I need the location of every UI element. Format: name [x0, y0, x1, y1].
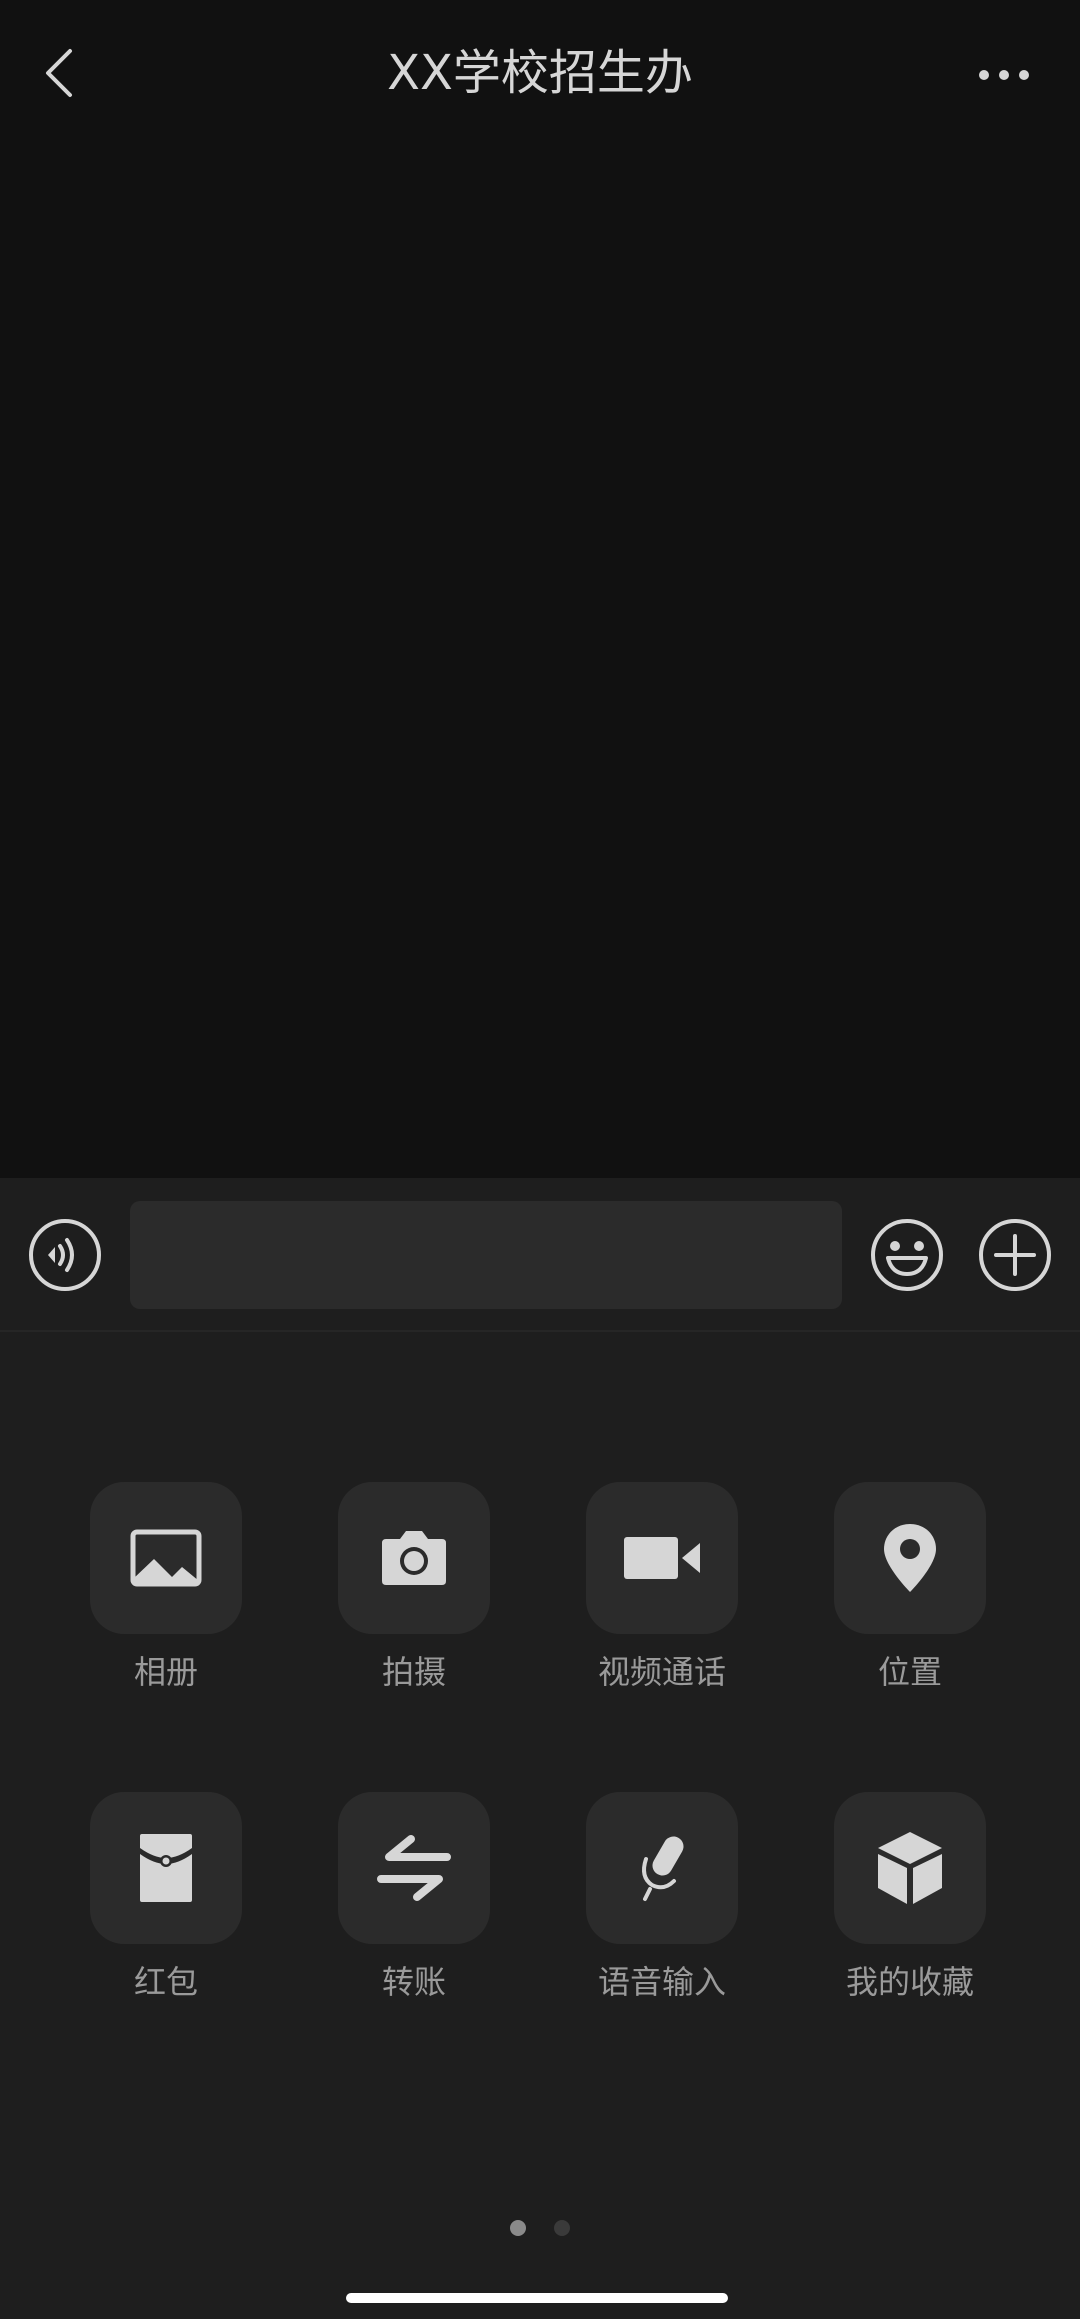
emoji-button[interactable]: [870, 1218, 944, 1292]
tool-album[interactable]: 相册: [66, 1482, 266, 1722]
tool-camera[interactable]: 拍摄: [314, 1482, 514, 1722]
transfer-icon: [377, 1835, 451, 1901]
camera-icon: [382, 1531, 446, 1585]
tool-favorites[interactable]: 我的收藏: [810, 1792, 1010, 2032]
plus-button[interactable]: [978, 1218, 1052, 1292]
microphone-icon: [642, 1836, 684, 1901]
tool-tile[interactable]: [90, 1482, 242, 1634]
tool-label: 相册: [133, 1653, 198, 1691]
tool-label: 我的收藏: [845, 1963, 974, 2001]
tool-label: 拍摄: [381, 1653, 446, 1691]
tools-panel: 相册 拍摄 视频通话 位置 红包 转账 语音输入 我的收藏: [0, 1332, 1080, 2319]
input-bar: [0, 1178, 1080, 1332]
tool-video-call[interactable]: 视频通话: [562, 1482, 762, 1722]
image-icon: [130, 1529, 202, 1587]
message-input[interactable]: [130, 1201, 842, 1309]
voice-button[interactable]: [28, 1218, 102, 1292]
tool-tile[interactable]: [586, 1792, 738, 1944]
tool-label: 视频通话: [597, 1653, 726, 1691]
emoji-icon: [871, 1219, 943, 1291]
chat-screen: XX学校招生办 相册 拍摄 视频通话 位置 红包 转账 语音输入 我的收藏: [0, 0, 1080, 2319]
page-indicator: [0, 2220, 1080, 2240]
tool-label: 语音输入: [597, 1963, 726, 2001]
tool-tile[interactable]: [834, 1482, 986, 1634]
tool-label: 位置: [877, 1653, 942, 1691]
page-title: XX学校招生办: [387, 45, 693, 101]
location-icon: [884, 1524, 936, 1592]
tool-voice-input[interactable]: 语音输入: [562, 1792, 762, 2032]
header-bar: XX学校招生办: [0, 0, 1080, 150]
tool-transfer[interactable]: 转账: [314, 1792, 514, 2032]
home-indicator[interactable]: [346, 2293, 728, 2303]
tool-tile[interactable]: [834, 1792, 986, 1944]
tool-label: 转账: [381, 1963, 446, 2001]
page-dot[interactable]: [554, 2220, 570, 2236]
red-packet-icon: [140, 1834, 192, 1902]
tool-tile[interactable]: [586, 1482, 738, 1634]
tool-red-packet[interactable]: 红包: [66, 1792, 266, 2032]
tool-tile[interactable]: [90, 1792, 242, 1944]
voice-icon: [29, 1219, 101, 1291]
tool-location[interactable]: 位置: [810, 1482, 1010, 1722]
tool-tile[interactable]: [338, 1482, 490, 1634]
more-dots-icon: [979, 70, 1029, 80]
plus-icon: [979, 1219, 1051, 1291]
page-dot-active[interactable]: [510, 2220, 526, 2236]
more-button[interactable]: [970, 50, 1040, 100]
tool-label: 红包: [133, 1963, 198, 2001]
favorites-box-icon: [878, 1832, 942, 1904]
video-icon: [624, 1537, 700, 1579]
tool-tile[interactable]: [338, 1792, 490, 1944]
message-list[interactable]: [0, 150, 1080, 1178]
